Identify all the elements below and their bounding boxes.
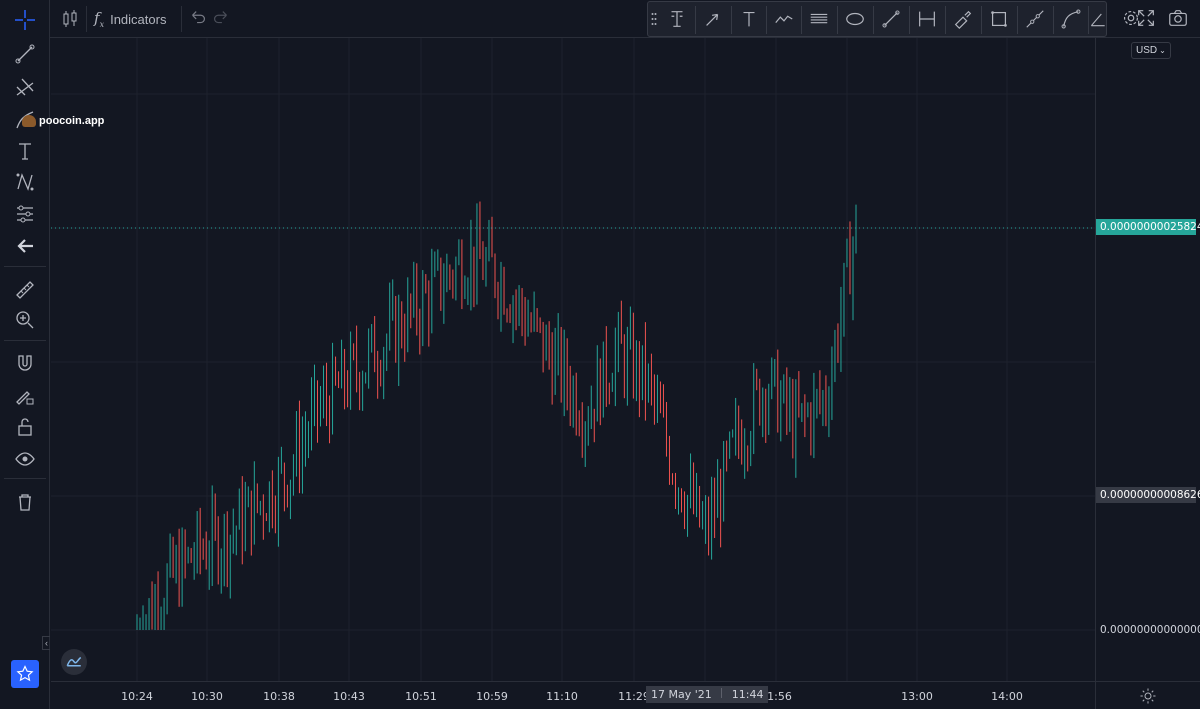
toolbar-divider — [695, 6, 696, 34]
zoom-in-icon[interactable] — [9, 306, 41, 334]
toolbar-divider — [4, 340, 46, 341]
toolbar-divider — [1053, 6, 1054, 34]
toolbar-divider — [766, 6, 767, 34]
eye-icon[interactable] — [9, 445, 41, 473]
time-tick: 10:38 — [263, 690, 295, 703]
lock-drawing-icon[interactable] — [9, 382, 41, 410]
pitchfork-icon[interactable] — [9, 73, 41, 101]
crosshair-icon[interactable] — [9, 6, 41, 34]
toolbar-divider — [4, 266, 46, 267]
time-tick: 10:30 — [191, 690, 223, 703]
scale-corner — [1095, 681, 1200, 709]
text-icon[interactable] — [733, 4, 765, 34]
brush-icon[interactable] — [947, 4, 979, 34]
back-arrow-icon[interactable] — [9, 232, 41, 260]
time-tick: 10:43 — [333, 690, 365, 703]
toolbar-divider — [4, 478, 46, 479]
currency-label: USD — [1136, 45, 1158, 56]
sun-icon[interactable] — [1139, 687, 1157, 705]
toolbar-divider — [837, 6, 838, 34]
redo-icon[interactable] — [210, 7, 232, 31]
crosshair-price-badge: 0.00000000008626 — [1096, 487, 1200, 503]
time-tick: 14:00 — [991, 690, 1023, 703]
poo-icon — [22, 115, 36, 127]
toolbar-divider — [945, 6, 946, 34]
curve-icon[interactable] — [1055, 4, 1087, 34]
rectangle-icon[interactable] — [983, 4, 1015, 34]
path-icon[interactable] — [768, 4, 800, 34]
candlestick-chart[interactable] — [51, 38, 1095, 681]
chevron-down-icon: ⌄ — [1159, 46, 1166, 55]
current-price-badge: 0.00000000025824 — [1096, 219, 1200, 235]
arrow-marker-icon[interactable] — [697, 4, 729, 34]
indicators-button[interactable]: fx Indicators — [94, 7, 166, 31]
prediction-icon[interactable] — [9, 200, 41, 228]
angle-icon[interactable] — [1088, 4, 1108, 34]
toolbar-divider — [909, 6, 910, 34]
time-tick: 10:24 — [121, 690, 153, 703]
time-tick: 10:51 — [405, 690, 437, 703]
favorite-star-button[interactable] — [11, 660, 39, 688]
horizontal-lines-icon[interactable] — [803, 4, 835, 34]
time-scale[interactable]: 10:24 10:30 10:38 10:43 10:51 10:59 11:1… — [51, 681, 1095, 709]
toolbar-divider — [801, 6, 802, 34]
bottom-price-label: 0.00000000000000 — [1100, 624, 1200, 636]
anchored-text-icon[interactable] — [661, 4, 693, 34]
toolbar-divider — [1017, 6, 1018, 34]
candles-icon[interactable] — [58, 7, 82, 31]
time-tick: 11:10 — [546, 690, 578, 703]
undo-icon[interactable] — [187, 7, 209, 31]
trend-line-icon[interactable] — [9, 40, 41, 68]
toolbar-divider — [731, 6, 732, 34]
crosshair-date-badge: 17 May '21 11:44 — [646, 686, 769, 703]
currency-selector[interactable]: USD ⌄ — [1131, 42, 1171, 59]
crosshair-date: 17 May '21 — [651, 688, 712, 701]
toolbar-divider — [86, 6, 87, 32]
drag-handle-icon[interactable] — [651, 12, 657, 26]
magnet-icon[interactable] — [9, 350, 41, 378]
badge-divider — [721, 688, 723, 698]
left-toolbar: poocoin.app ‹ — [0, 0, 104, 709]
trash-icon[interactable] — [9, 488, 41, 516]
indicators-label: Indicators — [110, 11, 167, 27]
fullscreen-icon[interactable] — [1135, 7, 1159, 31]
ellipse-icon[interactable] — [839, 4, 871, 34]
time-tick: 13:00 — [901, 690, 933, 703]
star-icon — [16, 665, 34, 682]
line-icon[interactable] — [875, 4, 907, 34]
extended-line-icon[interactable] — [1019, 4, 1051, 34]
text-tool-icon[interactable] — [9, 137, 41, 165]
toolbar-divider — [181, 6, 182, 32]
date-range-icon[interactable] — [911, 4, 943, 34]
price-scale[interactable]: USD ⌄ 0.00000000025824 0.00000000008626 0… — [1095, 38, 1200, 681]
camera-icon[interactable] — [1167, 7, 1191, 31]
collapse-toolbar-button[interactable]: ‹ — [42, 636, 50, 650]
unlock-icon[interactable] — [9, 413, 41, 441]
floating-drawing-toolbar — [647, 1, 1107, 37]
time-tick: 10:59 — [476, 690, 508, 703]
function-icon: fx — [94, 9, 105, 29]
toolbar-divider — [873, 6, 874, 34]
toolbar-divider — [981, 6, 982, 34]
tradingview-logo-icon[interactable] — [61, 649, 87, 675]
chart-area[interactable] — [51, 38, 1095, 681]
pattern-icon[interactable] — [9, 168, 41, 196]
ruler-icon[interactable] — [9, 276, 41, 304]
crosshair-time: 11:44 — [731, 688, 764, 701]
